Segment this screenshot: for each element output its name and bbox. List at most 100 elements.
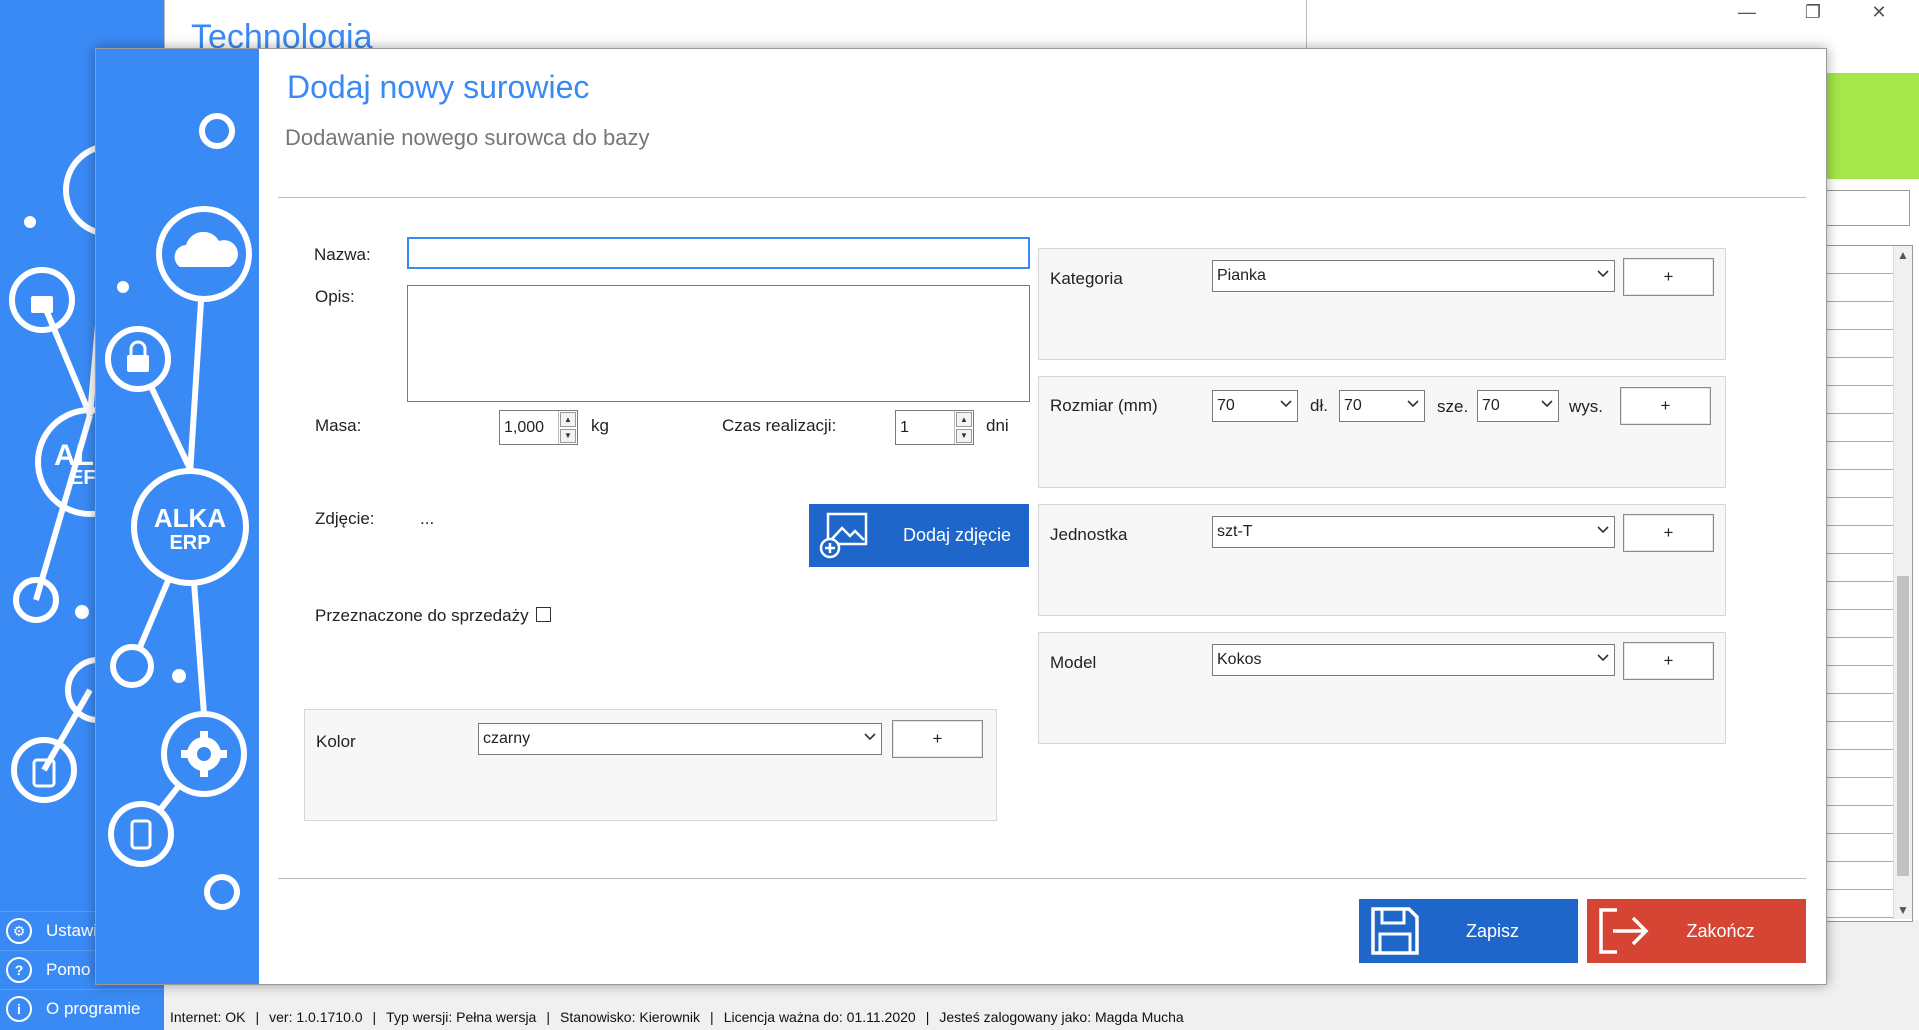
add-material-dialog: ALKA ERP Dodaj nowy surowiec Dodawanie n… (95, 48, 1827, 985)
restore-button[interactable]: ❐ (1793, 2, 1833, 23)
category-select[interactable]: Pianka (1212, 260, 1615, 292)
size-length-value: 70 (1217, 397, 1235, 414)
add-photo-label: Dodaj zdjęcie (903, 525, 1012, 545)
mass-stepper[interactable]: 1,000 ▲ ▼ (499, 410, 578, 445)
chevron-down-icon (1597, 270, 1609, 278)
unit-group: Jednostka szt-T + (1038, 504, 1726, 616)
increment-icon[interactable]: ▲ (560, 412, 576, 427)
model-select[interactable]: Kokos (1212, 644, 1615, 676)
color-selected: czarny (483, 730, 531, 747)
lead-time-unit: dni (986, 416, 1009, 435)
background-green-header (1825, 73, 1919, 179)
chevron-down-icon (864, 733, 876, 741)
scroll-down-icon[interactable]: ▼ (1894, 903, 1912, 917)
save-label: Zapisz (1465, 920, 1519, 941)
decrement-icon[interactable]: ▼ (956, 428, 972, 443)
unit-select[interactable]: szt-T (1212, 516, 1615, 548)
dialog-subtitle: Dodawanie nowego surowca do bazy (285, 125, 650, 150)
minimize-button[interactable]: — (1727, 2, 1767, 23)
size-width-value: 70 (1344, 397, 1362, 414)
dialog-title: Dodaj nowy surowiec (287, 69, 590, 105)
status-user: Jesteś zalogowany jako: Magda Mucha (939, 1009, 1184, 1025)
status-station: Stanowisko: Kierownik (559, 1009, 701, 1025)
color-label: Kolor (316, 732, 356, 751)
size-group: Rozmiar (mm) 70 dł. 70 sze. 70 wys. + (1038, 376, 1726, 488)
add-size-button[interactable]: + (1620, 387, 1711, 425)
help-icon: ? (6, 957, 32, 983)
for-sale-label: Przeznaczone do sprzedaży (315, 606, 529, 625)
dialog-network-graphic: ALKA ERP (105, 113, 252, 910)
dialog-sidebar: ALKA ERP (96, 49, 259, 984)
save-button[interactable]: Zapisz (1359, 899, 1578, 963)
gear-icon: ⚙ (6, 918, 32, 944)
color-select[interactable]: czarny (478, 723, 882, 755)
lead-time-label: Czas realizacji: (722, 416, 837, 435)
add-category-button[interactable]: + (1623, 258, 1714, 296)
close-label: Zakończ (1686, 920, 1755, 941)
mass-unit: kg (591, 416, 609, 435)
name-input[interactable] (407, 237, 1030, 269)
size-length-select[interactable]: 70 (1212, 390, 1298, 422)
model-label: Model (1050, 653, 1097, 672)
exit-icon (1587, 899, 1659, 963)
status-version-type: Typ wersji: Pełna wersja (386, 1009, 537, 1025)
size-length-unit: dł. (1310, 396, 1328, 415)
name-label: Nazwa: (314, 245, 371, 264)
floppy-disk-icon (1359, 899, 1431, 963)
chevron-down-icon (1280, 400, 1292, 408)
status-internet: Internet: OK (170, 1009, 246, 1025)
size-width-select[interactable]: 70 (1339, 390, 1425, 422)
footer-divider (278, 878, 1806, 879)
menu-item-label: O programie (46, 999, 141, 1018)
menu-item-label: Ustawi (46, 921, 98, 940)
photo-label: Zdjęcie: (315, 509, 375, 528)
info-icon: i (6, 996, 32, 1022)
category-label: Kategoria (1050, 269, 1123, 288)
lead-time-stepper[interactable]: 1 ▲ ▼ (895, 410, 974, 445)
chevron-down-icon (1597, 526, 1609, 534)
size-width-unit: sze. (1437, 397, 1469, 416)
add-model-button[interactable]: + (1623, 642, 1714, 680)
svg-text:ERP: ERP (169, 532, 210, 554)
background-scrollbar[interactable]: ▲ ▼ (1893, 246, 1912, 919)
chevron-down-icon (1541, 400, 1553, 408)
scroll-up-icon[interactable]: ▲ (1894, 248, 1912, 262)
size-height-select[interactable]: 70 (1477, 390, 1559, 422)
model-selected: Kokos (1217, 651, 1262, 668)
background-search-input[interactable] (1825, 190, 1910, 226)
svg-text:EF: EF (70, 467, 96, 489)
photo-path: ... (420, 509, 435, 528)
chevron-down-icon (1407, 400, 1419, 408)
scroll-thumb[interactable] (1897, 576, 1909, 876)
add-color-button[interactable]: + (892, 720, 983, 758)
menu-item-about[interactable]: i O programie (0, 989, 164, 1028)
add-photo-button[interactable]: Dodaj zdjęcie (809, 504, 1029, 567)
size-height-unit: wys. (1569, 397, 1603, 416)
unit-label: Jednostka (1050, 525, 1128, 544)
for-sale-checkbox[interactable] (536, 607, 551, 622)
description-textarea[interactable] (407, 285, 1030, 402)
size-label: Rozmiar (mm) (1050, 396, 1158, 415)
status-bar: Internet: OK | ver: 1.0.1710.0 | Typ wersj… (164, 1004, 1919, 1030)
unit-selected: szt-T (1217, 523, 1253, 540)
category-group: Kategoria Pianka + (1038, 248, 1726, 360)
status-license: Licencja ważna do: 01.11.2020 (723, 1009, 916, 1025)
menu-item-label: Pomo (46, 960, 91, 979)
model-group: Model Kokos + (1038, 632, 1726, 744)
add-image-icon (809, 504, 879, 567)
color-group: Kolor czarny + (304, 709, 997, 821)
add-unit-button[interactable]: + (1623, 514, 1714, 552)
svg-text:ALKA: ALKA (154, 503, 226, 533)
size-height-value: 70 (1482, 397, 1500, 414)
decrement-icon[interactable]: ▼ (560, 428, 576, 443)
description-label: Opis: (315, 287, 355, 306)
category-selected: Pianka (1217, 267, 1266, 284)
header-divider (278, 197, 1806, 198)
lead-time-value: 1 (900, 419, 909, 436)
increment-icon[interactable]: ▲ (956, 412, 972, 427)
status-version: ver: 1.0.1710.0 (269, 1009, 363, 1025)
mass-value: 1,000 (504, 419, 545, 436)
close-window-button[interactable]: ✕ (1859, 2, 1899, 23)
chevron-down-icon (1597, 654, 1609, 662)
close-button[interactable]: Zakończ (1587, 899, 1806, 963)
